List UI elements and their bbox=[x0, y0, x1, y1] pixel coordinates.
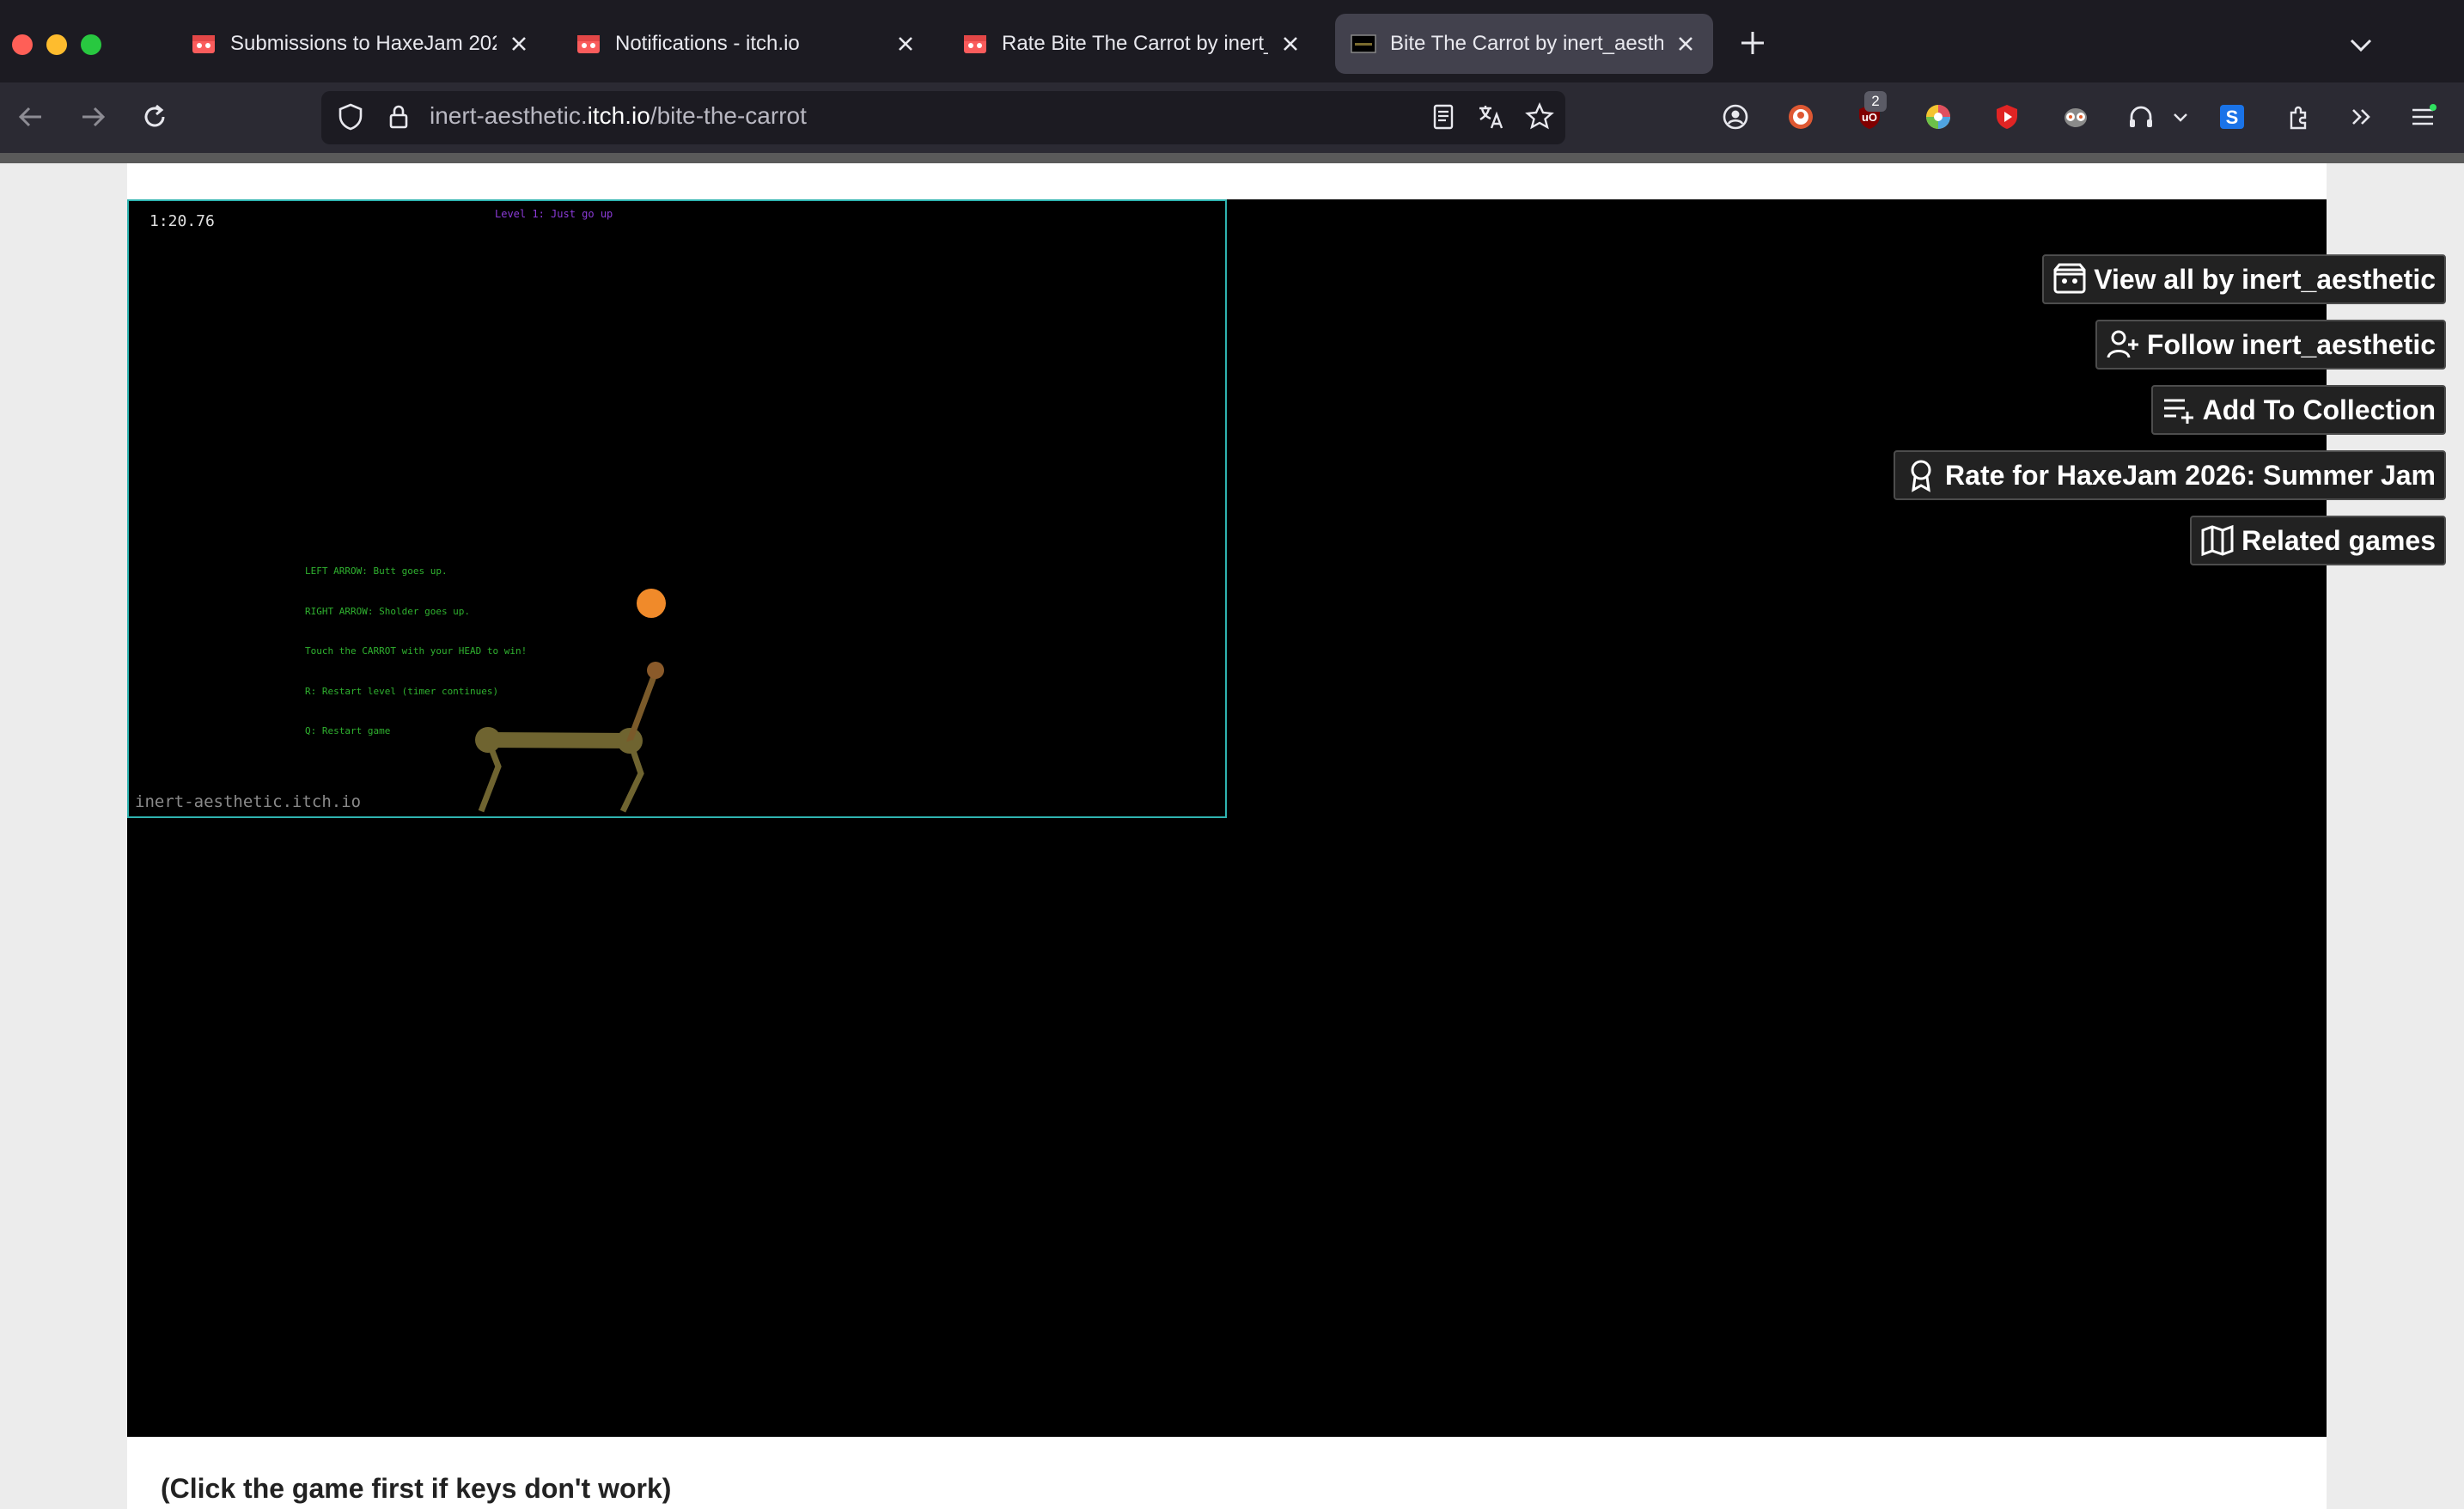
url-subdomain: inert-aesthetic. bbox=[430, 102, 588, 129]
game-favicon-icon bbox=[1351, 34, 1376, 53]
itch-favicon-icon bbox=[964, 35, 986, 53]
url-path: /bite-the-carrot bbox=[650, 102, 807, 129]
menu-hamburger-icon[interactable] bbox=[2406, 100, 2440, 134]
url-domain: itch.io bbox=[587, 102, 650, 129]
close-icon[interactable] bbox=[507, 32, 531, 56]
close-icon[interactable] bbox=[1674, 32, 1698, 56]
tab-bite-the-carrot[interactable]: Bite The Carrot by inert_aesthet bbox=[1335, 14, 1713, 74]
related-label: Related games bbox=[2241, 524, 2436, 556]
creature-head bbox=[647, 662, 664, 679]
new-tab-plus-icon[interactable] bbox=[1737, 27, 1768, 58]
extensions-puzzle-icon[interactable] bbox=[2282, 100, 2316, 134]
user-plus-icon bbox=[2106, 327, 2140, 362]
tab-title: Submissions to HaxeJam 2026: bbox=[230, 32, 497, 55]
chevron-down-icon[interactable] bbox=[2345, 29, 2376, 60]
overflow-chevrons-icon[interactable] bbox=[2344, 100, 2378, 134]
lock-icon[interactable] bbox=[381, 100, 416, 134]
map-icon bbox=[2200, 523, 2235, 558]
page-loading-strip bbox=[0, 153, 2464, 163]
headphones-extension-icon[interactable] bbox=[2124, 100, 2158, 134]
tab-title: Rate Bite The Carrot by inert_ae bbox=[1002, 32, 1268, 55]
close-window-button[interactable] bbox=[12, 34, 33, 55]
itch-store-icon bbox=[2052, 262, 2087, 296]
creature-neck bbox=[626, 669, 659, 744]
rate-label: Rate for HaxeJam 2026: Summer Jam bbox=[1945, 459, 2436, 491]
forward-arrow-icon[interactable] bbox=[76, 100, 110, 134]
follow-button[interactable]: Follow inert_aesthetic bbox=[2095, 320, 2446, 370]
chevron-down-icon[interactable] bbox=[2165, 100, 2196, 134]
click-game-hint: (Click the game first if keys don't work… bbox=[161, 1473, 672, 1504]
shield-icon[interactable] bbox=[333, 100, 368, 134]
itch-favicon-icon bbox=[577, 35, 600, 53]
follow-label: Follow inert_aesthetic bbox=[2146, 328, 2436, 360]
reader-view-icon[interactable] bbox=[1426, 100, 1461, 134]
color-picker-extension-icon[interactable] bbox=[1921, 100, 1955, 134]
s-extension-icon[interactable]: S bbox=[2215, 100, 2249, 134]
canvas-watermark: inert-aesthetic.itch.io bbox=[135, 792, 362, 811]
close-icon[interactable] bbox=[1278, 32, 1302, 56]
playlist-add-icon bbox=[2162, 393, 2196, 427]
close-icon[interactable] bbox=[894, 32, 918, 56]
account-icon[interactable] bbox=[1718, 100, 1753, 134]
itch-favicon-icon bbox=[192, 35, 215, 53]
url-text[interactable]: inert-aesthetic.itch.io/bite-the-carrot bbox=[430, 102, 807, 130]
video-extension-icon[interactable] bbox=[1990, 100, 2024, 134]
rate-button[interactable]: Rate for HaxeJam 2026: Summer Jam bbox=[1894, 450, 2446, 500]
creature-body bbox=[480, 732, 637, 748]
translate-icon[interactable] bbox=[1474, 100, 1509, 134]
svg-text:S: S bbox=[2226, 107, 2239, 128]
award-ribbon-icon bbox=[1904, 458, 1938, 492]
tab-bar: Submissions to HaxeJam 2026: Notificatio… bbox=[0, 0, 2464, 82]
add-collection-label: Add To Collection bbox=[2202, 394, 2436, 425]
tab-title: Bite The Carrot by inert_aesthet bbox=[1390, 32, 1663, 55]
owl-extension-icon[interactable] bbox=[2058, 100, 2093, 134]
carrot bbox=[637, 589, 666, 618]
reload-icon[interactable] bbox=[137, 100, 172, 134]
game-scene bbox=[475, 589, 666, 813]
tab-notifications[interactable]: Notifications - itch.io bbox=[560, 14, 933, 74]
zoom-window-button[interactable] bbox=[81, 34, 101, 55]
view-all-label: View all by inert_aesthetic bbox=[2094, 263, 2436, 295]
tab-submissions[interactable]: Submissions to HaxeJam 2026: bbox=[175, 14, 546, 74]
back-arrow-icon[interactable] bbox=[14, 100, 48, 134]
extension-badge: 2 bbox=[1864, 91, 1887, 112]
duckduckgo-extension-icon[interactable] bbox=[1784, 100, 1818, 134]
svg-text:uO: uO bbox=[1862, 111, 1877, 124]
minimize-window-button[interactable] bbox=[46, 34, 67, 55]
related-games-button[interactable]: Related games bbox=[2190, 516, 2446, 565]
page-body: 1:20.76 Level 1: Just go up LEFT ARROW: … bbox=[0, 163, 2464, 1509]
view-all-button[interactable]: View all by inert_aesthetic bbox=[2042, 254, 2446, 304]
add-to-collection-button[interactable]: Add To Collection bbox=[2150, 385, 2446, 435]
tab-title: Notifications - itch.io bbox=[615, 32, 800, 55]
tab-rate-game[interactable]: Rate Bite The Carrot by inert_ae bbox=[947, 14, 1318, 74]
bookmark-star-icon[interactable] bbox=[1522, 100, 1557, 134]
